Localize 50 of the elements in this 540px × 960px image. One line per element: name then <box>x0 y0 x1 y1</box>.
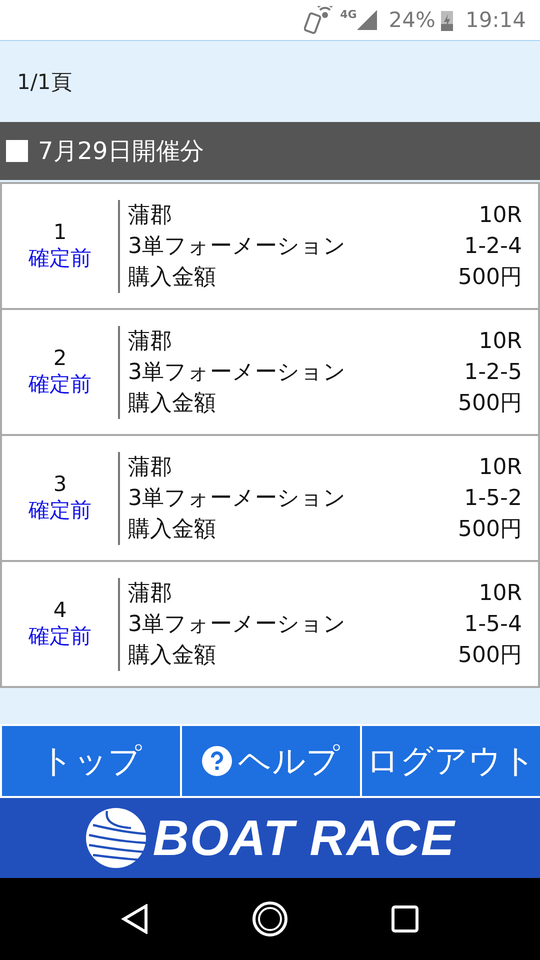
amount-label: 購入金額 <box>128 642 216 670</box>
venue: 蒲郡 <box>128 454 172 482</box>
amount-label: 購入金額 <box>128 516 216 544</box>
bet-type: 3単フォーメーション <box>128 232 346 260</box>
help-icon <box>202 746 232 776</box>
square-icon <box>6 140 28 162</box>
combination: 1-5-2 <box>464 484 522 512</box>
nav-button[interactable]: ヘルプ <box>182 726 360 796</box>
bet-number: 3 <box>53 472 67 496</box>
logo-emblem-icon <box>84 807 147 869</box>
bet-type: 3単フォーメーション <box>128 610 346 638</box>
venue: 蒲郡 <box>128 580 172 608</box>
amount: 500円 <box>458 390 522 418</box>
venue: 蒲郡 <box>128 328 172 356</box>
bet-status: 確定前 <box>28 371 92 398</box>
logo-text: BOAT RACE <box>152 809 456 867</box>
recents-icon[interactable] <box>390 905 419 933</box>
bet-status: 確定前 <box>28 623 92 650</box>
cell-signal-icon <box>356 10 377 30</box>
nav-button[interactable]: トップ <box>2 726 180 796</box>
race-number: 10R <box>478 580 522 608</box>
bet-number: 1 <box>53 220 67 244</box>
race-number: 10R <box>478 454 522 482</box>
battery-percent: 24% <box>388 8 436 32</box>
section-title: 7月29日開催分 <box>38 136 204 167</box>
bet-type: 3単フォーメーション <box>128 358 346 386</box>
race-number: 10R <box>478 202 522 230</box>
race-number: 10R <box>478 328 522 356</box>
back-icon[interactable] <box>121 904 150 934</box>
combination: 1-2-5 <box>464 358 522 386</box>
clock: 19:14 <box>465 8 526 32</box>
network-label: 4G <box>340 8 357 21</box>
bet-status: 確定前 <box>28 245 92 272</box>
amount-label: 購入金額 <box>128 390 216 418</box>
bet-status: 確定前 <box>28 497 92 524</box>
amount: 500円 <box>458 264 522 292</box>
venue: 蒲郡 <box>128 202 172 230</box>
battery-charging-icon <box>441 9 454 31</box>
combination: 1-5-4 <box>464 610 522 638</box>
amount: 500円 <box>458 516 522 544</box>
amount: 500円 <box>458 642 522 670</box>
page-indicator: 1/1頁 <box>17 68 72 96</box>
bet-number: 4 <box>53 598 67 622</box>
phone-signal-icon <box>304 6 334 34</box>
home-icon[interactable] <box>252 901 288 937</box>
amount-label: 購入金額 <box>128 264 216 292</box>
bet-type: 3単フォーメーション <box>128 484 346 512</box>
bet-number: 2 <box>53 346 67 370</box>
nav-button[interactable]: ログアウト <box>362 726 540 796</box>
combination: 1-2-4 <box>464 232 522 260</box>
